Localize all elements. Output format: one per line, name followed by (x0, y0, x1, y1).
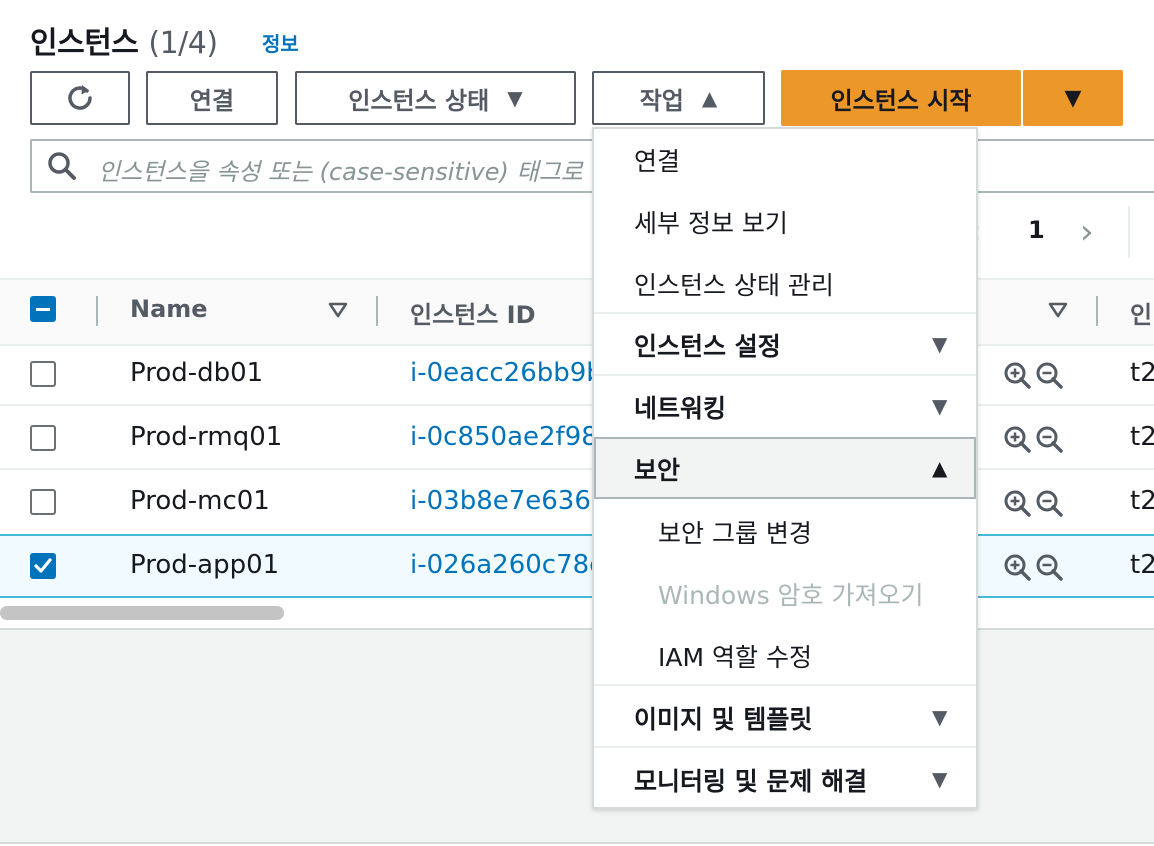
instance-id-link[interactable]: i-03b8e7e6365 (410, 486, 607, 516)
scrollbar-thumb[interactable] (0, 606, 284, 620)
instance-id-link[interactable]: i-0eacc26bb9b (410, 358, 603, 388)
select-all-checkbox[interactable] (30, 296, 56, 322)
divider (1128, 206, 1130, 258)
zoom-out-icon[interactable] (1034, 552, 1064, 588)
column-separator (1096, 296, 1098, 326)
menu-item-get-windows-password: Windows 암호 가져오기 (658, 581, 924, 610)
actions-label: 작업 (639, 86, 684, 115)
instance-state-button[interactable]: 인스턴스 상태 ▼ (295, 71, 576, 125)
column-header-type[interactable]: 인 (1130, 295, 1152, 330)
launch-instance-button[interactable]: 인스턴스 시작 (781, 70, 1021, 126)
caret-down-icon: ▼ (932, 394, 948, 418)
caret-down-icon: ▼ (932, 705, 948, 729)
caret-down-icon: ▼ (932, 332, 948, 356)
menu-item-connect[interactable]: 연결 (634, 142, 680, 178)
connect-label: 연결 (189, 86, 235, 115)
menu-group-security[interactable]: 보안 (634, 451, 680, 487)
launch-instance-label: 인스턴스 시작 (830, 86, 972, 115)
column-header-instance-id[interactable]: 인스턴스 ID (410, 295, 536, 330)
instance-id-link[interactable]: i-026a260c78c (410, 550, 603, 580)
sort-icon[interactable] (1048, 302, 1068, 318)
zoom-in-icon[interactable] (1002, 488, 1032, 524)
menu-group-images-templates[interactable]: 이미지 및 템플릿 (634, 700, 812, 736)
row-checkbox-checked[interactable] (30, 553, 56, 579)
launch-options-dropdown[interactable]: ▼ (1023, 70, 1123, 126)
page-number[interactable]: 1 (1028, 216, 1045, 244)
refresh-icon (68, 85, 92, 110)
column-header-name[interactable]: Name (130, 295, 208, 323)
instance-name: Prod-db01 (130, 358, 264, 388)
zoom-out-icon[interactable] (1034, 488, 1064, 524)
details-panel (0, 630, 1154, 844)
caret-down-icon: ▼ (1064, 85, 1082, 111)
column-separator (96, 296, 98, 326)
zoom-out-icon[interactable] (1034, 424, 1064, 460)
actions-button[interactable]: 작업 ▲ (592, 71, 765, 125)
zoom-in-icon[interactable] (1002, 552, 1032, 588)
menu-divider (594, 684, 976, 686)
caret-down-icon: ▼ (507, 86, 523, 110)
selection-count: (1/4) (148, 26, 218, 61)
row-divider (0, 468, 1154, 470)
info-link[interactable]: 정보 (262, 28, 299, 57)
caret-up-icon: ▲ (701, 86, 718, 110)
zoom-in-icon[interactable] (1002, 360, 1032, 396)
row-checkbox[interactable] (30, 361, 56, 387)
menu-group-instance-settings[interactable]: 인스턴스 설정 (634, 327, 781, 363)
menu-item-manage-state[interactable]: 인스턴스 상태 관리 (634, 266, 834, 302)
instance-name: Prod-mc01 (130, 486, 270, 516)
menu-divider (594, 312, 976, 314)
instance-id-link[interactable]: i-0c850ae2f98 (410, 422, 598, 452)
menu-item-change-security-groups[interactable]: 보안 그룹 변경 (658, 514, 812, 550)
chevron-right-icon[interactable]: › (1080, 212, 1094, 252)
caret-down-icon: ▼ (932, 767, 948, 791)
zoom-out-icon[interactable] (1034, 360, 1064, 396)
menu-group-monitoring[interactable]: 모니터링 및 문제 해결 (634, 762, 867, 798)
column-separator (376, 296, 378, 326)
search-icon (48, 152, 76, 180)
page-title-text: 인스턴스 (30, 26, 139, 61)
instance-name: Prod-app01 (130, 550, 280, 580)
search-placeholder: 인스턴스을 속성 또는 (case-sensitive) 태그로 (98, 158, 583, 186)
sort-icon[interactable] (328, 302, 348, 318)
row-divider (0, 404, 1154, 406)
row-checkbox[interactable] (30, 425, 56, 451)
menu-item-view-details[interactable]: 세부 정보 보기 (634, 204, 788, 240)
instance-type: t2 (1130, 422, 1154, 452)
zoom-in-icon[interactable] (1002, 424, 1032, 460)
row-checkbox[interactable] (30, 489, 56, 515)
instance-name: Prod-rmq01 (130, 422, 283, 452)
caret-up-icon: ▲ (932, 456, 948, 480)
menu-divider (594, 746, 976, 748)
instance-type: t2 (1130, 358, 1154, 388)
instance-state-label: 인스턴스 상태 (348, 86, 490, 115)
checkmark-icon (34, 558, 52, 573)
instance-type: t2 (1130, 486, 1154, 516)
connect-button[interactable]: 연결 (146, 71, 278, 125)
menu-group-networking[interactable]: 네트워킹 (634, 389, 726, 425)
menu-item-modify-iam-role[interactable]: IAM 역할 수정 (658, 638, 812, 674)
refresh-button[interactable] (30, 71, 130, 125)
page-title: 인스턴스 (1/4) (30, 18, 218, 62)
instance-type: t2 (1130, 550, 1154, 580)
menu-divider (594, 374, 976, 376)
